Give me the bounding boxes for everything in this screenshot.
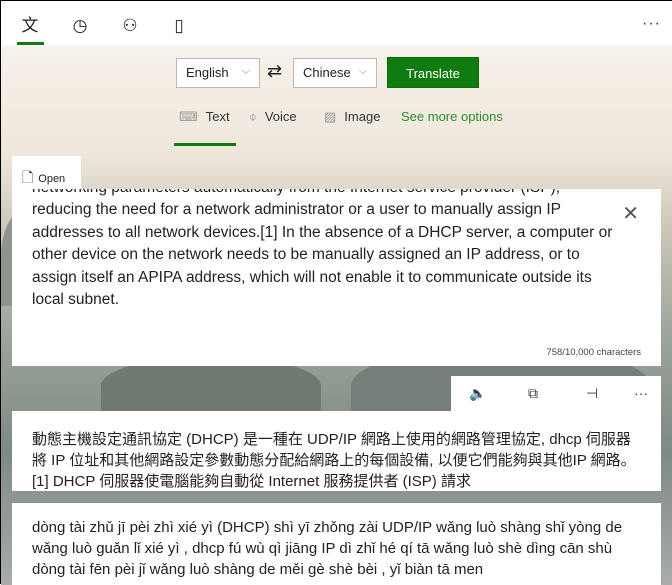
source-language-select[interactable]: English ⌵ [176,58,260,88]
chevron-down-icon: ⌵ [241,65,250,77]
tab-image[interactable]: ▨ Image [324,109,380,125]
pin-icon[interactable]: ⊣ [586,385,598,402]
keyboard-icon: ⌨ [179,109,198,124]
image-icon: ▨ [324,109,337,124]
clear-text-close-icon[interactable]: ✕ [622,201,639,226]
source-text-input[interactable]: automatically. A DHCP server enables com… [32,189,622,312]
swap-languages-icon[interactable]: ⇄ [267,61,282,82]
tab-label: Image [344,109,381,124]
output-toolbar: 🔈 ⧉ ⊣ ··· [451,376,661,411]
tab-voice[interactable]: ⌽ Voice [249,109,297,125]
source-language-value: English [186,65,229,80]
translated-text: 動態主機設定通訊協定 (DHCP) 是一種在 UDP/IP 網路上使用的網路管理… [32,431,636,490]
tab-text[interactable]: ⌨ Text [179,109,230,125]
phrasebook-icon[interactable]: ▯ [168,15,190,37]
nav-selected-indicator [17,42,44,45]
chevron-down-icon: ⌵ [358,65,367,77]
pinyin-text: dòng tài zhǔ jī pèi zhì xié yì (DHCP) sh… [32,519,623,578]
more-menu-button[interactable]: ··· [642,15,661,33]
translator-icon[interactable]: 文 [19,15,41,37]
mode-selected-indicator [174,143,236,146]
see-more-options-link[interactable]: See more options [401,109,503,124]
more-options-icon[interactable]: ··· [634,385,648,401]
conversation-icon[interactable]: ⚇ [119,15,141,37]
target-language-select[interactable]: Chinese ⌵ [293,58,377,88]
top-nav: 文 ◷ ⚇ ▯ ··· [1,1,672,46]
open-file-icon: 🗋 [22,169,34,185]
character-count: 758/10,000 characters [546,347,641,358]
target-language-value: Chinese [303,65,351,80]
speaker-icon[interactable]: 🔈 [469,385,486,402]
copy-icon[interactable]: ⧉ [528,385,538,402]
tab-label: Text [205,109,230,124]
tab-label: Voice [264,109,297,124]
pinyin-output: dòng tài zhǔ jī pèi zhì xié yì (DHCP) sh… [12,503,661,585]
microphone-icon: ⌽ [249,109,257,124]
translate-button[interactable]: Translate [387,57,479,88]
history-icon[interactable]: ◷ [69,15,91,37]
translation-output: 動態主機設定通訊協定 (DHCP) 是一種在 UDP/IP 網路上使用的網路管理… [12,411,661,491]
open-label: Open [38,173,66,185]
source-text-card[interactable]: automatically. A DHCP server enables com… [12,189,661,366]
open-file-button[interactable]: 🗋 Open [12,156,81,189]
